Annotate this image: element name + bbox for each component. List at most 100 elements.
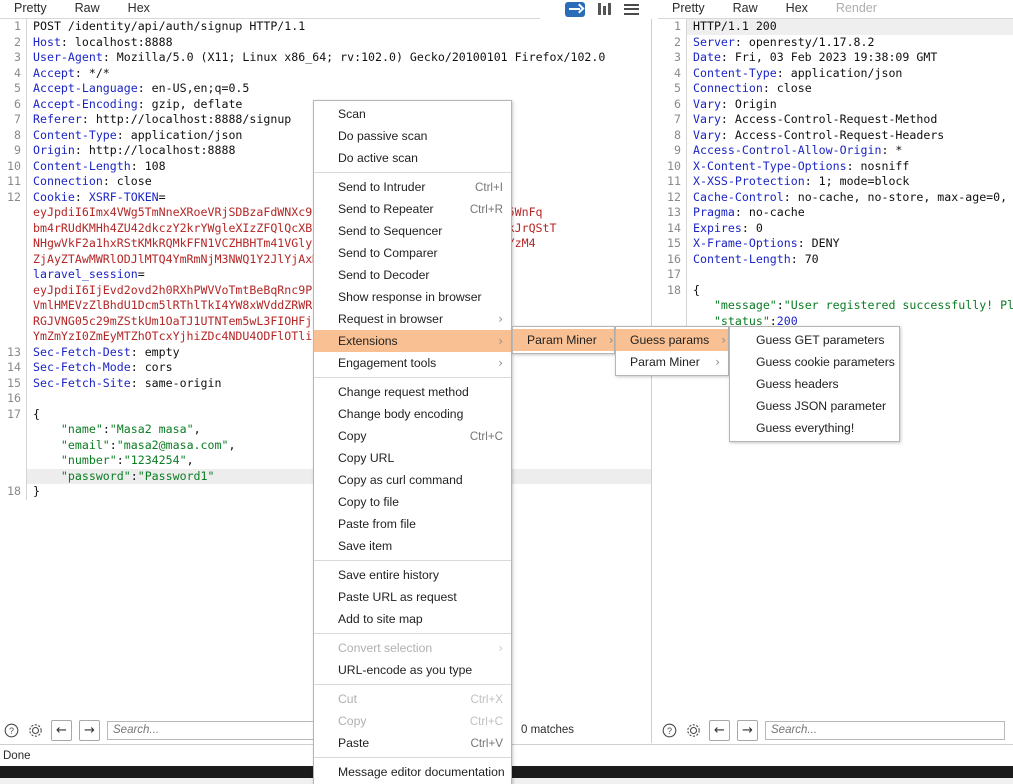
line-number: 7 [674,112,681,126]
line-number: 10 [7,158,21,173]
columns-layout-icon[interactable] [598,3,611,15]
menu-item-label: Change request method [338,385,469,399]
menu-item-param-miner[interactable]: Param Miner › [513,329,614,351]
menu-item-engagement-tools[interactable]: Engagement tools › [314,352,511,374]
menu-item-label: Send to Intruder [338,180,426,194]
help-icon[interactable]: ? [661,722,678,739]
menu-item-url-encode-as-you-type[interactable]: URL-encode as you type [314,659,511,681]
menu-item-copy-as-curl-command[interactable]: Copy as curl command [314,469,511,491]
menu-item-request-in-browser[interactable]: Request in browser › [314,308,511,330]
menu-item-label: Guess params [630,333,710,347]
line-number [0,283,26,299]
line-number: 13 [667,205,681,219]
code-text: Accept: */* [26,65,651,81]
menu-item-label: Save item [338,539,393,553]
code-text [686,267,1013,283]
menu-item-send-to-comparer[interactable]: Send to Comparer [314,242,511,264]
search-next-button[interactable]: → [737,719,758,741]
line-number: 5 [674,81,681,95]
code-line: 4 Content-Type: application/json [658,65,1013,81]
menu-item-cut: Cut Ctrl+X [314,688,511,710]
code-text: User-Agent: Mozilla/5.0 (X11; Linux x86_… [26,50,651,66]
menu-item-copy-url[interactable]: Copy URL [314,447,511,469]
menu-item-label: Message editor documentation [338,765,505,779]
line-number: 11 [7,174,21,188]
line-number: 12 [7,189,21,204]
menu-item-guess-get-parameters[interactable]: Guess GET parameters [730,329,899,351]
menu-separator [314,757,511,758]
menu-item-guess-json-parameter[interactable]: Guess JSON parameter [730,395,899,417]
line-number [0,267,26,283]
guess-params-submenu[interactable]: Guess GET parameters Guess cookie paramet… [729,326,900,442]
menu-item-copy-to-file[interactable]: Copy to file [314,491,511,513]
extensions-submenu[interactable]: Param Miner › [512,326,615,354]
menu-item-label: Paste from file [338,517,416,531]
menu-item-message-editor-documentation[interactable]: Message editor documentation [314,761,511,783]
menu-item-label: Convert selection [338,641,433,655]
line-number: 6 [674,96,681,111]
response-search-input[interactable] [765,720,1005,740]
editor-context-menu[interactable]: Scan Do passive scan Do active scan Send to… [313,100,512,784]
menu-item-shortcut: Ctrl+C [469,429,503,443]
code-line: 1 HTTP/1.1 200 [658,19,1013,35]
send-button-icon[interactable] [565,1,585,17]
menu-item-change-request-method[interactable]: Change request method [314,381,511,403]
line-number [0,298,26,314]
menu-item-label: Guess cookie parameters [756,355,895,369]
menu-item-extensions[interactable]: Extensions › [314,330,511,352]
hamburger-menu-icon[interactable] [624,3,639,15]
line-number: 13 [7,344,21,359]
line-number: 14 [667,220,681,235]
menu-item-guess-cookie-parameters[interactable]: Guess cookie parameters [730,351,899,373]
menu-item-param-miner[interactable]: Param Miner › [616,351,728,373]
menu-item-guess-headers[interactable]: Guess headers [730,373,899,395]
line-number: 11 [667,174,681,188]
menu-item-save-item[interactable]: Save item [314,535,511,557]
menu-item-label: Param Miner [527,333,597,347]
request-tab-strip: Pretty Raw Hex [0,0,540,22]
menu-item-send-to-decoder[interactable]: Send to Decoder [314,264,511,286]
line-number [0,453,26,469]
menu-item-scan[interactable]: Scan [314,103,511,125]
gear-icon[interactable] [27,722,44,739]
menu-item-change-body-encoding[interactable]: Change body encoding [314,403,511,425]
menu-item-do-passive-scan[interactable]: Do passive scan [314,125,511,147]
code-line: 3 User-Agent: Mozilla/5.0 (X11; Linux x86… [0,50,651,66]
menu-item-do-active-scan[interactable]: Do active scan [314,147,511,169]
line-number: 2 [674,34,681,49]
line-number [0,469,26,485]
menu-item-guess-everything[interactable]: Guess everything! [730,417,899,439]
menu-item-label: URL-encode as you type [338,663,473,677]
menu-item-label: Guess headers [756,377,839,391]
gear-icon[interactable] [685,722,702,739]
param-miner-submenu[interactable]: Guess params › Param Miner › [615,326,729,376]
status-text: Done [3,749,31,762]
menu-item-guess-params[interactable]: Guess params › [616,329,728,351]
menu-item-shortcut: Ctrl+C [469,714,503,728]
menu-item-add-to-site-map[interactable]: Add to site map [314,608,511,630]
code-line: 16 Content-Length: 70 [658,251,1013,267]
code-text: HTTP/1.1 200 [686,19,1013,35]
search-next-button[interactable]: → [79,719,100,741]
code-text: X-Content-Type-Options: nosniff [686,158,1013,174]
menu-item-paste[interactable]: Paste Ctrl+V [314,732,511,754]
menu-item-save-entire-history[interactable]: Save entire history [314,564,511,586]
code-line: 18 { [658,282,1013,298]
svg-text:?: ? [667,726,672,736]
search-prev-button[interactable]: ← [51,719,72,741]
menu-item-paste-from-file[interactable]: Paste from file [314,513,511,535]
line-number [0,314,26,330]
line-number: 16 [667,251,681,266]
line-number: 9 [674,143,681,157]
help-icon[interactable]: ? [3,722,20,739]
code-text: Vary: Origin [686,96,1013,112]
menu-item-send-to-sequencer[interactable]: Send to Sequencer [314,220,511,242]
menu-item-send-to-repeater[interactable]: Send to Repeater Ctrl+R [314,198,511,220]
menu-item-send-to-intruder[interactable]: Send to Intruder Ctrl+I [314,176,511,198]
menu-item-paste-url-as-request[interactable]: Paste URL as request [314,586,511,608]
search-prev-button[interactable]: ← [709,719,730,741]
menu-item-copy[interactable]: Copy Ctrl+C [314,425,511,447]
menu-item-label: Cut [338,692,357,706]
menu-item-show-response-in-browser[interactable]: Show response in browser [314,286,511,308]
code-line: "message":"User registered successfully!… [658,298,1013,314]
